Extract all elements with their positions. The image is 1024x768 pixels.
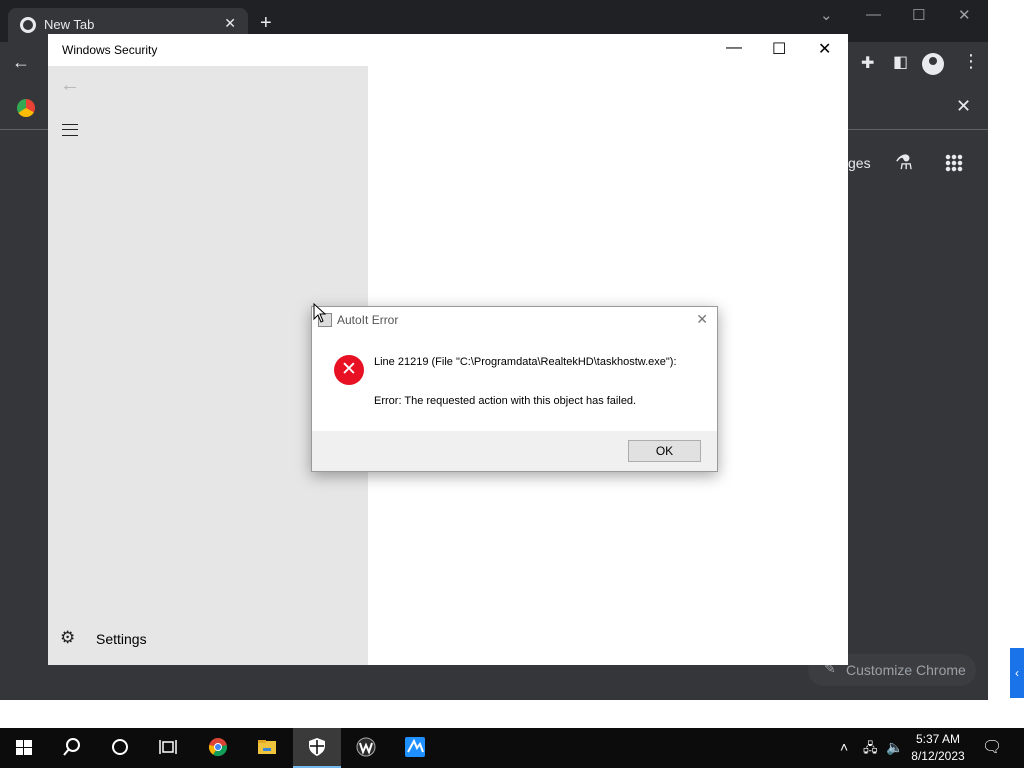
- new-tab-button[interactable]: +: [260, 13, 272, 33]
- chrome-menu-icon[interactable]: ⋮: [962, 51, 980, 72]
- taskbar-search-button[interactable]: [48, 728, 96, 768]
- folder-icon: [258, 740, 276, 754]
- nav-item-settings[interactable]: ⚙ Settings: [60, 628, 260, 652]
- taskbar-chrome[interactable]: [194, 728, 242, 768]
- gear-icon: ⚙: [60, 628, 76, 647]
- dialog-titlebar: AutoIt Error ✕: [312, 307, 717, 333]
- windows-taskbar: ˄ 🖧 🔈 5:37 AM 8/12/2023 🗨: [0, 728, 1024, 768]
- cortana-circle-icon: [112, 739, 128, 755]
- hamburger-menu-icon[interactable]: [62, 124, 78, 136]
- chrome-tab-title: New Tab: [44, 17, 95, 32]
- chrome-tab-close-icon[interactable]: ✕: [224, 15, 236, 32]
- info-bar-close-icon[interactable]: ✕: [956, 96, 971, 117]
- chrome-tab-search-icon[interactable]: ⌄: [820, 6, 833, 24]
- side-panel-icon[interactable]: ◧: [893, 52, 908, 72]
- chrome-logo-icon: [17, 99, 35, 117]
- shield-icon: [309, 738, 325, 756]
- task-view-button[interactable]: [144, 728, 192, 768]
- dialog-title: AutoIt Error: [337, 313, 399, 327]
- network-icon[interactable]: 🖧: [863, 739, 878, 761]
- chrome-maximize-icon[interactable]: ☐: [912, 6, 925, 24]
- w-app-icon: [356, 737, 376, 757]
- blue-app-icon: [405, 737, 425, 757]
- volume-icon[interactable]: 🔈: [886, 739, 903, 756]
- chrome-close-icon[interactable]: ✕: [958, 6, 971, 24]
- ntp-images-link[interactable]: ges: [848, 155, 871, 171]
- search-icon: [63, 738, 80, 756]
- back-arrow-icon[interactable]: ←: [60, 74, 80, 97]
- profile-avatar[interactable]: [922, 53, 944, 75]
- winsec-minimize-icon[interactable]: —: [726, 39, 742, 57]
- chrome-minimize-icon[interactable]: —: [866, 6, 881, 23]
- winsec-maximize-icon[interactable]: ☐: [772, 39, 786, 59]
- autoit-error-dialog: AutoIt Error ✕ ✕ Line 21219 (File "C:\Pr…: [311, 306, 718, 472]
- labs-flask-icon[interactable]: ⚗: [895, 150, 913, 175]
- task-view-icon: [159, 740, 177, 754]
- show-hidden-icons-icon[interactable]: ˄: [840, 739, 848, 755]
- taskbar-windows-security[interactable]: [293, 728, 341, 768]
- clock-date[interactable]: 8/12/2023: [908, 749, 968, 763]
- error-line-location: Line 21219 (File "C:\Programdata\Realtek…: [374, 356, 677, 368]
- side-expand-tab[interactable]: ‹: [1010, 648, 1024, 698]
- taskbar-app-blue[interactable]: [391, 728, 439, 768]
- windows-security-title: Windows Security: [62, 43, 158, 57]
- customize-chrome-label: Customize Chrome: [846, 662, 966, 678]
- google-apps-icon[interactable]: [945, 154, 963, 172]
- dialog-footer: OK: [312, 431, 717, 471]
- nav-item-settings-label: Settings: [96, 631, 147, 647]
- chrome-icon: [208, 738, 228, 757]
- taskbar-app-w[interactable]: [342, 728, 390, 768]
- windows-security-titlebar: Windows Security — ☐ ✕: [48, 34, 848, 66]
- chrome-back-icon[interactable]: ←: [12, 52, 30, 73]
- chrome-tab-icon: [20, 17, 36, 33]
- cortana-button[interactable]: [96, 728, 144, 768]
- ok-button[interactable]: OK: [628, 440, 701, 462]
- error-icon: ✕: [334, 355, 364, 385]
- extensions-icon[interactable]: ✚: [861, 53, 874, 73]
- start-button[interactable]: [0, 728, 48, 768]
- winsec-close-icon[interactable]: ✕: [818, 39, 831, 59]
- error-message: Error: The requested action with this ob…: [374, 395, 637, 407]
- taskbar-file-explorer[interactable]: [243, 728, 291, 768]
- dialog-close-icon[interactable]: ✕: [696, 311, 708, 328]
- windows-logo-icon: [16, 740, 32, 755]
- clock-time[interactable]: 5:37 AM: [908, 732, 968, 746]
- action-center-icon[interactable]: 🗨: [982, 737, 1002, 757]
